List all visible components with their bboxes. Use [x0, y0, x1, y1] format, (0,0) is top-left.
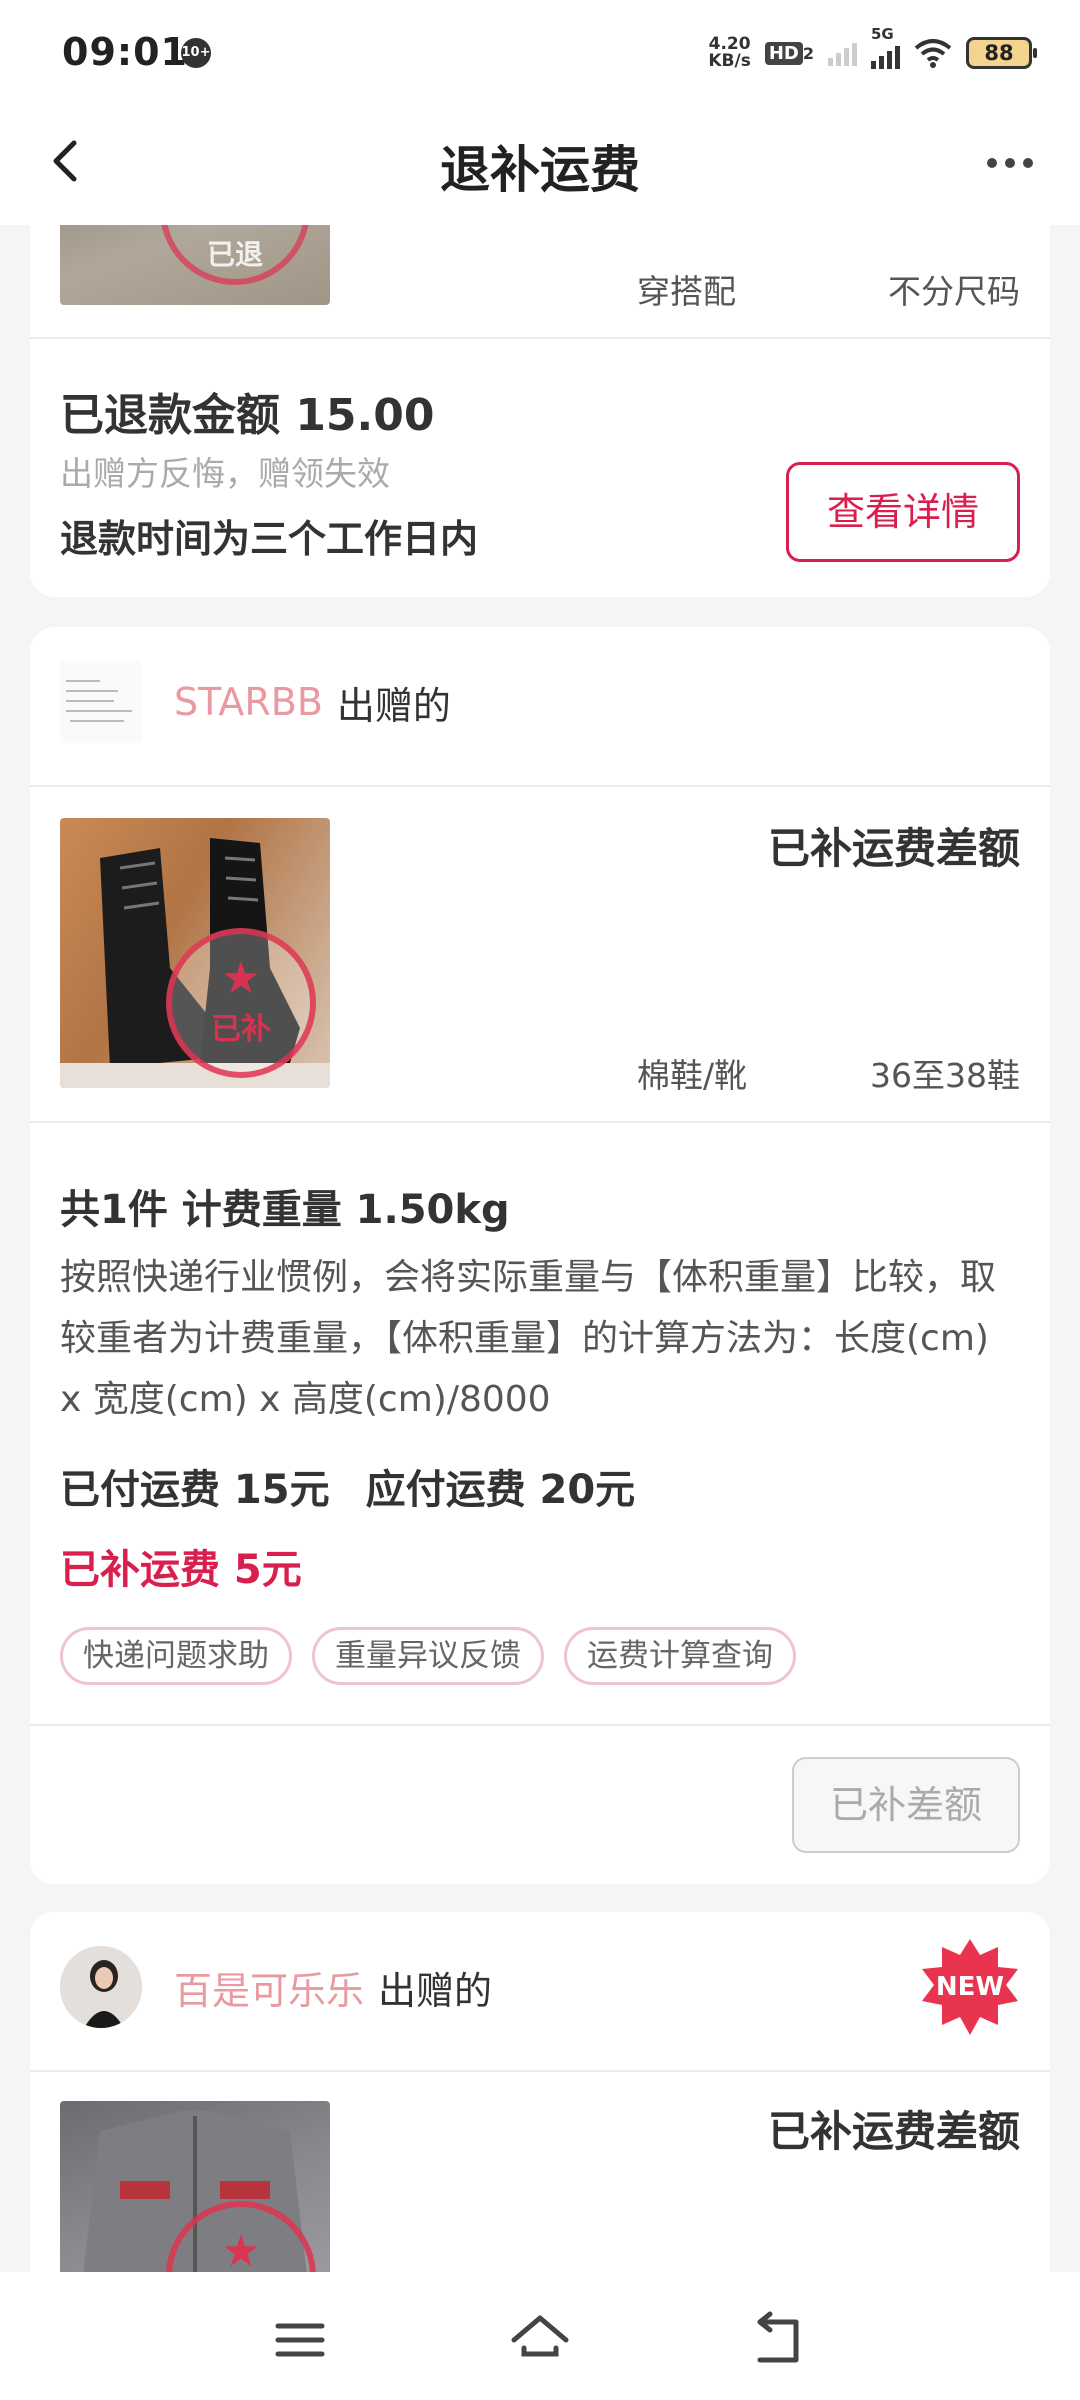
status-icons: 4.20 KB/s HD 2 5G 88: [708, 25, 1037, 76]
refunded-stamp: 已退: [160, 225, 310, 285]
weight-summary: 共1件 计费重量 1.50kg: [60, 1187, 510, 1233]
tag-weight-feedback[interactable]: 重量异议反馈: [312, 1627, 544, 1685]
weight-rule-description: 按照快递行业惯例，会将实际重量与【体积重量】比较，取较重者为计费重量，【体积重量…: [60, 1257, 997, 1420]
star-icon: ★: [221, 2226, 261, 2277]
sender-name[interactable]: STARBB: [174, 680, 323, 724]
more-dots-icon[interactable]: [980, 133, 1040, 193]
product-size: 不分尺码: [888, 272, 1020, 311]
paid-fee: 已付运费 15元: [60, 1467, 330, 1513]
supplemented-fee: 已补运费 5元: [60, 1547, 302, 1593]
product-style: 穿搭配: [637, 272, 736, 311]
divider: [30, 1121, 1050, 1123]
status-time: 09:01: [62, 30, 188, 74]
sender-name[interactable]: 百是可乐乐: [174, 1960, 364, 2015]
product-image[interactable]: ★ 已补: [60, 818, 330, 1088]
fee-summary: 已付运费 15元 应付运费 20元: [60, 1457, 635, 1515]
nav-bar: 退补运费: [0, 105, 1080, 225]
refund-reason: 出赠方反悔，赠领失效: [60, 454, 390, 493]
product-image: 已退: [60, 225, 330, 305]
divider: [30, 2070, 1050, 2072]
product-category: 棉鞋/靴: [637, 1056, 748, 1095]
refund-amount: 已退款金额 15.00: [60, 390, 435, 441]
avatar: [60, 661, 142, 743]
system-nav-bar: [0, 2272, 1080, 2400]
wifi-icon: [914, 39, 952, 68]
refund-time-note: 退款时间为三个工作日内: [60, 517, 479, 561]
tag-courier-help[interactable]: 快递问题求助: [60, 1627, 292, 1685]
new-badge: NEW: [920, 1937, 1020, 2037]
signal-sim2-icon: [828, 40, 857, 66]
due-fee: 应付运费 20元: [365, 1467, 636, 1513]
sender-suffix: 出赠的: [336, 683, 451, 728]
help-tags: 快递问题求助 重量异议反馈 运费计算查询: [60, 1627, 796, 1685]
notification-count-badge: 10+: [181, 38, 211, 68]
page-title: 退补运费: [440, 141, 640, 199]
return-icon[interactable]: [750, 2310, 810, 2370]
hd-voice-icon: HD 2: [764, 41, 814, 65]
shipping-fee-card: STARBB 出赠的 ★ 已补 已补运费差额 棉鞋/靴 36至38鞋 共1件 计…: [30, 627, 1050, 1884]
battery-icon: 88: [966, 37, 1037, 69]
signal-5g-icon: 5G: [871, 25, 900, 69]
shipping-fee-card: 百是可乐乐 出赠的 NEW ★ 已补运费差额: [30, 1912, 1050, 2312]
star-icon: ★: [221, 953, 261, 1004]
status-label: 已补运费差额: [767, 2107, 1020, 2156]
sender-row[interactable]: 百是可乐乐 出赠的: [30, 1912, 1050, 2062]
supplemented-stamp: ★ 已补: [166, 928, 316, 1078]
divider: [30, 1724, 1050, 1726]
menu-icon[interactable]: [270, 2310, 330, 2370]
status-label: 已补运费差额: [767, 824, 1020, 873]
view-details-button[interactable]: 查看详情: [786, 462, 1020, 562]
divider: [30, 785, 1050, 787]
avatar: [60, 1946, 142, 2028]
product-size: 36至38鞋: [870, 1056, 1020, 1095]
status-bar: 09:01 10+ 4.20 KB/s HD 2 5G 88: [0, 0, 1080, 105]
tag-fee-query[interactable]: 运费计算查询: [564, 1627, 796, 1685]
sender-row[interactable]: STARBB 出赠的: [30, 627, 1050, 777]
home-icon[interactable]: [510, 2310, 570, 2370]
network-speed: 4.20 KB/s: [708, 34, 751, 71]
sender-suffix: 出赠的: [378, 1968, 493, 2013]
divider: [30, 337, 1050, 339]
refund-card: 已退 穿搭配 不分尺码 已退款金额 15.00 出赠方反悔，赠领失效 退款时间为…: [30, 225, 1050, 597]
product-image[interactable]: ★: [60, 2101, 330, 2301]
difference-paid-button: 已补差额: [792, 1757, 1020, 1853]
